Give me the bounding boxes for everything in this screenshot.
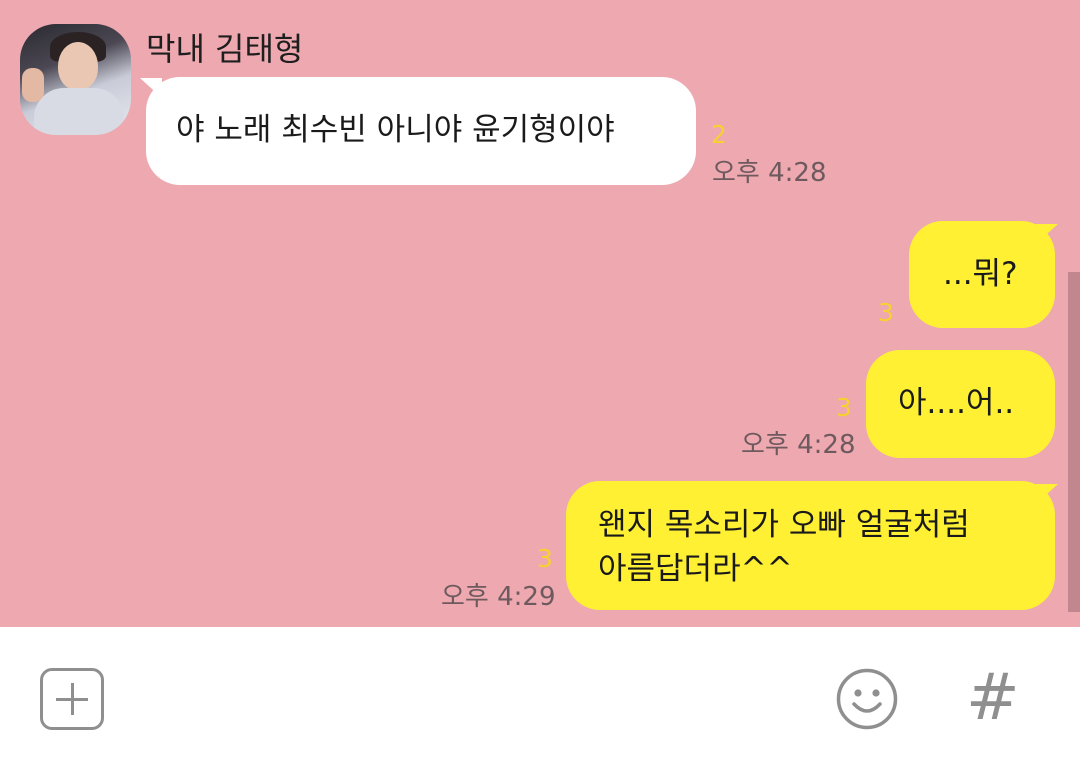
message-input-bar: # — [0, 627, 1080, 771]
unread-count: 3 — [537, 544, 553, 573]
avatar-hand — [22, 68, 44, 102]
message-text: 야 노래 최수빈 아니야 윤기형이야 — [176, 112, 615, 148]
message-text-line: 아름답더라^^ — [598, 551, 793, 587]
message-text-line: 왠지 목소리가 오빠 얼굴처럼 — [598, 507, 970, 543]
sender-avatar[interactable] — [20, 24, 131, 135]
sender-name: 막내 김태형 — [146, 30, 304, 68]
avatar-jacket — [34, 88, 124, 135]
message-timestamp: 오후 4:28 — [741, 430, 856, 460]
outgoing-message-bubble[interactable]: 왠지 목소리가 오빠 얼굴처럼 아름답더라^^ — [566, 481, 1055, 610]
incoming-message-bubble[interactable]: 야 노래 최수빈 아니야 윤기형이야 — [146, 77, 696, 185]
unread-count: 2 — [711, 120, 727, 149]
plus-icon[interactable] — [40, 668, 104, 730]
outgoing-message-bubble[interactable]: ...뭐? — [909, 221, 1055, 328]
message-timestamp: 오후 4:28 — [712, 158, 827, 188]
avatar-face — [58, 42, 98, 90]
smiley-icon[interactable] — [836, 668, 898, 730]
outgoing-message-bubble[interactable]: 아....어.. — [866, 350, 1055, 458]
unread-count: 3 — [878, 298, 894, 327]
unread-count: 3 — [836, 393, 852, 422]
chat-scrollbar[interactable] — [1068, 272, 1080, 612]
chat-message-area[interactable]: 막내 김태형 야 노래 최수빈 아니야 윤기형이야 2 오후 4:28 ...뭐… — [0, 0, 1080, 627]
message-timestamp: 오후 4:29 — [441, 582, 556, 612]
hashtag-search-button[interactable]: # — [966, 663, 1020, 733]
message-text: 아....어.. — [898, 385, 1015, 421]
chat-screen: 막내 김태형 야 노래 최수빈 아니야 윤기형이야 2 오후 4:28 ...뭐… — [0, 0, 1080, 771]
message-text: ...뭐? — [943, 256, 1018, 292]
